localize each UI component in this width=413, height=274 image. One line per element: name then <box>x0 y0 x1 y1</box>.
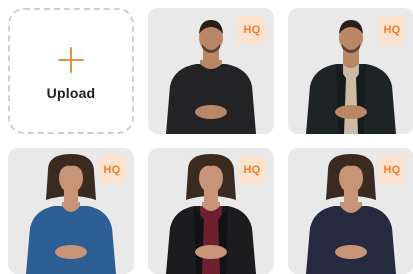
upload-label: Upload <box>46 85 96 101</box>
avatar-card-4[interactable]: HQ <box>148 148 274 274</box>
plus-icon <box>58 47 84 73</box>
avatar-card-1[interactable]: HQ <box>148 8 274 134</box>
avatar-grid: Upload HQ HQ HQ HQ HQ <box>0 0 413 274</box>
hq-badge: HQ <box>238 16 266 44</box>
hq-badge: HQ <box>238 156 266 184</box>
hq-badge: HQ <box>378 16 406 44</box>
hq-badge: HQ <box>378 156 406 184</box>
avatar-card-2[interactable]: HQ <box>288 8 413 134</box>
upload-button[interactable]: Upload <box>8 8 134 134</box>
hq-badge: HQ <box>98 156 126 184</box>
avatar-card-3[interactable]: HQ <box>8 148 134 274</box>
avatar-card-5[interactable]: HQ <box>288 148 413 274</box>
